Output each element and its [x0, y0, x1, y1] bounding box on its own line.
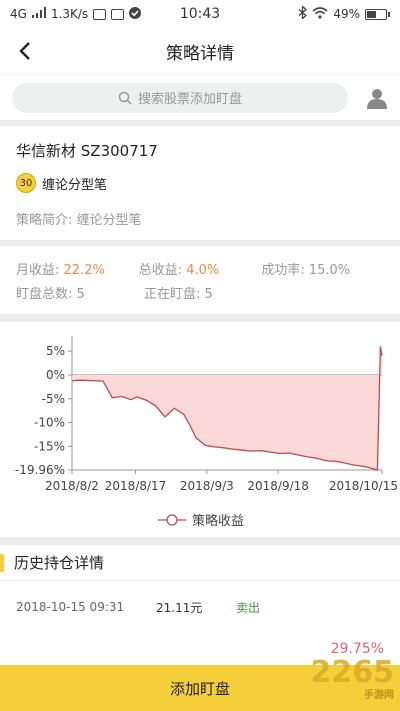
- trade-row[interactable]: 2018-10-15 09:31 21.11元 卖出: [0, 593, 400, 621]
- watch-total: 盯盘总数: 5: [16, 286, 85, 302]
- trade-price: 21.11元: [156, 600, 203, 615]
- legend-label: 策略收益: [192, 513, 244, 529]
- trade-time: 2018-10-15 09:31: [16, 600, 125, 614]
- user-icon: [367, 88, 387, 109]
- strategy-name: 缠论分型笔: [42, 177, 108, 193]
- strategy-intro: 策略简介: 缠论分型笔: [16, 213, 142, 228]
- chart-card: 5% 0% -5% -10% -15% -19.96% 2018/8/2 2018/8/17 2…: [0, 322, 400, 537]
- back-arrow-icon: [19, 42, 30, 60]
- stock-info-card: 华信新材 SZ300717 30 缠论分型笔 策略简介: 缠论分型笔: [0, 126, 400, 240]
- legend-marker: [166, 514, 178, 526]
- trade-action: 卖出: [236, 600, 261, 615]
- network-type: 4G: [10, 7, 27, 21]
- monthly-return: 月收益: 22.2%: [16, 259, 139, 278]
- monthly-return-value: 22.2%: [63, 262, 105, 278]
- strategy-badge: 30: [16, 173, 36, 193]
- watermark-logo: 2265 手游网: [311, 655, 395, 701]
- nav-bar: 策略详情: [0, 28, 400, 74]
- x-tick-label: 2018/8/2: [45, 479, 99, 493]
- app-notification-icon: [93, 8, 107, 20]
- stock-name: 华信新材 SZ300717: [16, 142, 158, 160]
- y-tick-label: 5%: [46, 344, 65, 358]
- net-speed: 1.3K/s: [50, 7, 89, 21]
- y-tick-label: -15%: [34, 439, 65, 453]
- search-placeholder: 搜索股票添加盯盘: [137, 92, 242, 107]
- status-bar: 4G 1.3K/s 10:43 49%: [0, 0, 400, 28]
- page-title: 策略详情: [166, 43, 234, 64]
- check-icon: [129, 6, 142, 22]
- y-tick-label: -5%: [42, 392, 65, 406]
- stats-card: 月收益: 22.2% 总收益: 4.0% 成功率: 15.0% 盯盘总数: 5 …: [0, 246, 400, 314]
- stats-row-1: 月收益: 22.2% 总收益: 4.0% 成功率: 15.0%: [16, 256, 384, 280]
- search-input[interactable]: 搜索股票添加盯盘: [12, 82, 348, 113]
- search-row: 搜索股票添加盯盘: [0, 74, 400, 120]
- stats-row-2: 盯盘总数: 5 正在盯盘: 5: [16, 280, 384, 304]
- strategy-tag-row: 30 缠论分型笔: [16, 173, 384, 193]
- back-button[interactable]: [14, 38, 38, 64]
- battery-icon: [365, 8, 390, 20]
- x-tick-label: 2018/10/15: [329, 479, 398, 493]
- watermark-brand: 2265: [310, 655, 395, 690]
- return-chart: 5% 0% -5% -10% -15% -19.96% 2018/8/2 2018/8/17 2…: [15, 336, 398, 529]
- add-watch-label: 添加盯盘: [169, 679, 230, 698]
- x-tick-label: 2018/9/3: [180, 479, 234, 493]
- search-icon: [118, 91, 132, 105]
- series-area: [72, 346, 382, 470]
- success-rate: 成功率: 15.0%: [261, 262, 351, 278]
- y-tick-label: -10%: [34, 416, 65, 430]
- user-button[interactable]: [348, 87, 388, 109]
- bluetooth-icon: [298, 5, 308, 22]
- battery-percent: 49%: [333, 7, 360, 21]
- trade-list: 2018-10-15 09:31 21.11元 卖出: [0, 581, 400, 621]
- history-title: 历史持仓详情: [14, 554, 105, 572]
- watching-count: 正在盯盘: 5: [144, 286, 213, 302]
- total-return-value: 4.0%: [186, 262, 220, 278]
- y-tick-label: -19.96%: [15, 463, 65, 477]
- x-tick-label: 2018/9/18: [247, 479, 309, 493]
- y-tick-label: 0%: [46, 368, 65, 382]
- signal-icon: [31, 7, 46, 21]
- status-left: 4G 1.3K/s: [10, 6, 142, 22]
- history-accent-bar: [0, 553, 4, 572]
- history-header: 历史持仓详情: [0, 545, 400, 581]
- total-return-label: 总收益:: [138, 262, 187, 278]
- status-right: 49%: [298, 5, 390, 22]
- sim-icon: [111, 8, 125, 20]
- monthly-return-label: 月收益:: [16, 262, 64, 278]
- wifi-icon: [312, 6, 328, 22]
- total-return: 总收益: 4.0%: [139, 259, 262, 278]
- x-tick-label: 2018/8/17: [105, 479, 167, 493]
